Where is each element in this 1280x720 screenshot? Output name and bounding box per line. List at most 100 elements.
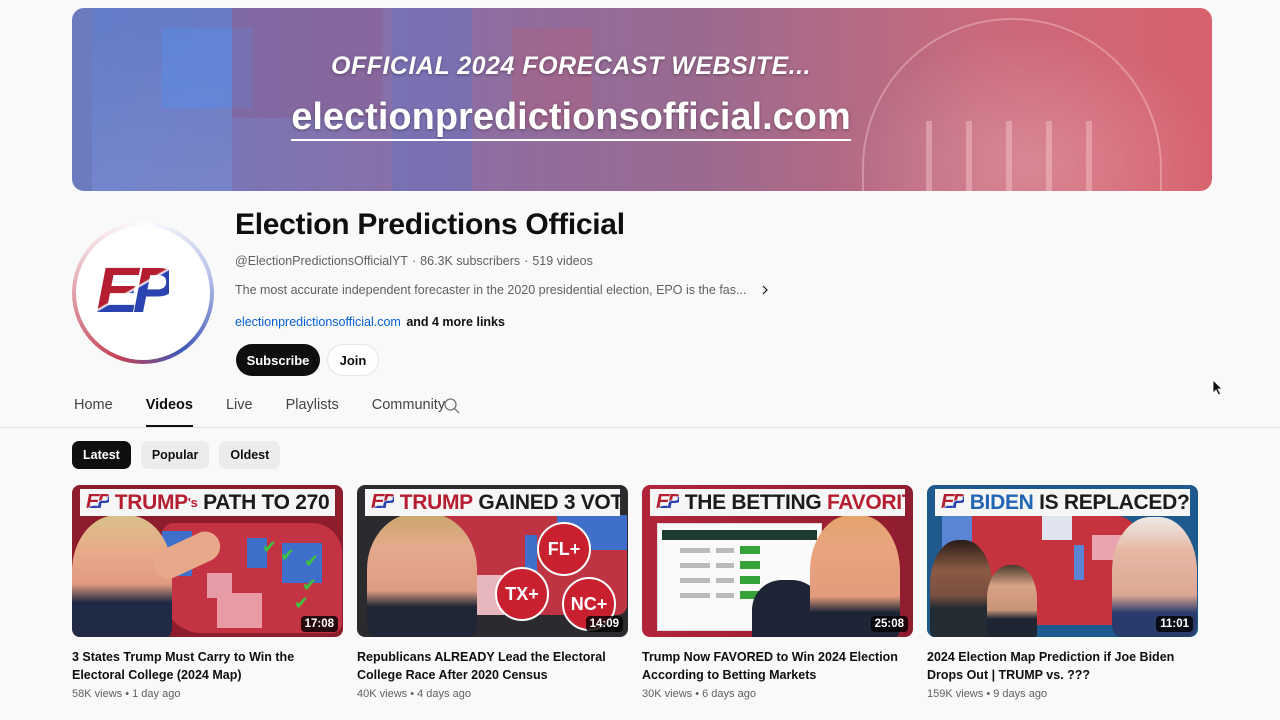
video-title[interactable]: Trump Now FAVORED to Win 2024 Election A… xyxy=(642,648,913,684)
thumbnail-ep-logo: EP xyxy=(86,491,111,513)
chart-bar xyxy=(716,547,734,553)
thumbnail-text: THE BETTING xyxy=(684,490,822,514)
channel-name: Election Predictions Official xyxy=(235,208,625,241)
badge-fl: FL+ xyxy=(537,522,591,576)
chart-row xyxy=(680,545,817,555)
video-age: 9 days ago xyxy=(993,688,1048,700)
video-age: 4 days ago xyxy=(417,688,471,700)
check-icon: ✔ xyxy=(262,537,278,557)
chart-buy xyxy=(740,561,760,569)
check-icon: ✔ xyxy=(280,545,296,565)
video-thumbnail[interactable]: FL+ TX+ NC+ EPTRUMP GAINED 3 VOTES?! 14:… xyxy=(357,485,628,637)
video-views: 30K views xyxy=(642,688,693,700)
subscribe-button[interactable]: Subscribe xyxy=(236,344,320,376)
chart-bar xyxy=(680,547,710,553)
video-card[interactable]: FL+ TX+ NC+ EPTRUMP GAINED 3 VOTES?! 14:… xyxy=(357,485,628,700)
chart-bar xyxy=(680,577,710,583)
chart-bar xyxy=(680,562,710,568)
chart-bar xyxy=(716,592,734,598)
channel-handle: @ElectionPredictionsOfficialYT xyxy=(235,254,408,268)
sort-chips: Latest Popular Oldest xyxy=(72,441,281,469)
subscriber-count: 86.3K subscribers xyxy=(420,254,521,268)
check-icon: ✔ xyxy=(304,551,320,571)
thumbnail-text: GAINED 3 VOTES?! xyxy=(478,490,620,514)
map-state-blue xyxy=(1074,545,1084,580)
channel-links: electionpredictionsofficial.com and 4 mo… xyxy=(235,315,505,329)
thumbnail-title: EPBIDEN IS REPLACED?!? xyxy=(935,489,1190,516)
meta-separator: • xyxy=(410,688,415,700)
banner-url: electionpredictionsofficial.com xyxy=(72,96,1141,141)
channel-description-text: The most accurate independent forecaster… xyxy=(235,283,747,297)
channel-avatar-logo: EP xyxy=(96,254,175,326)
channel-description[interactable]: The most accurate independent forecaster… xyxy=(235,283,770,297)
chart-bar xyxy=(680,592,710,598)
map-state-light xyxy=(217,593,262,628)
video-card[interactable]: EPTHE BETTING FAVORITE 25:08 Trump Now F… xyxy=(642,485,913,700)
video-meta: 30K views • 6 days ago xyxy=(642,688,913,700)
thumbnail-text: FAVORITE xyxy=(826,490,905,514)
channel-banner[interactable]: OFFICIAL 2024 FORECAST WEBSITE... electi… xyxy=(72,8,1212,191)
youtube-channel-page: OFFICIAL 2024 FORECAST WEBSITE... electi… xyxy=(0,0,1280,720)
meta-separator: • xyxy=(695,688,700,700)
video-meta: 40K views • 4 days ago xyxy=(357,688,628,700)
video-age: 1 day ago xyxy=(132,688,181,700)
thumbnail-text: 's xyxy=(187,495,198,510)
thumbnail-person xyxy=(930,540,992,637)
thumbnail-text: TRUMP xyxy=(114,490,188,514)
tab-playlists[interactable]: Playlists xyxy=(286,390,339,427)
video-card[interactable]: ✔ ✔ ✔ ✔ ✔ EP TRUMP's PATH TO 270 17:08 3 … xyxy=(72,485,343,700)
thumbnail-text: IS REPLACED?!? xyxy=(1039,490,1190,514)
chart-row xyxy=(680,560,817,570)
video-title[interactable]: 3 States Trump Must Carry to Win the Ele… xyxy=(72,648,343,684)
chip-oldest[interactable]: Oldest xyxy=(219,441,281,469)
video-views: 159K views xyxy=(927,688,984,700)
chart-buy xyxy=(740,546,760,554)
check-icon: ✔ xyxy=(294,593,310,613)
video-duration: 11:01 xyxy=(1156,616,1193,632)
tab-live[interactable]: Live xyxy=(226,390,253,427)
channel-website-link[interactable]: electionpredictionsofficial.com xyxy=(235,315,401,329)
badge-tx: TX+ xyxy=(495,567,549,621)
tab-community[interactable]: Community xyxy=(372,390,445,427)
video-thumbnail[interactable]: EPBIDEN IS REPLACED?!? 11:01 xyxy=(927,485,1198,637)
thumbnail-ep-logo: EP xyxy=(941,491,966,513)
video-thumbnail[interactable]: EPTHE BETTING FAVORITE 25:08 xyxy=(642,485,913,637)
video-title[interactable]: 2024 Election Map Prediction if Joe Bide… xyxy=(927,648,1198,684)
video-duration: 14:09 xyxy=(585,616,623,632)
thumbnail-person xyxy=(367,513,477,637)
chart-bar xyxy=(716,562,734,568)
thumbnail-person xyxy=(72,515,172,637)
thumbnail-title: EP TRUMP's PATH TO 270 xyxy=(80,489,335,516)
chip-popular[interactable]: Popular xyxy=(140,441,210,469)
more-links-button[interactable]: and 4 more links xyxy=(406,315,505,329)
banner-headline: OFFICIAL 2024 FORECAST WEBSITE... xyxy=(331,52,811,80)
video-views: 58K views xyxy=(72,688,123,700)
thumbnail-ep-logo: EP xyxy=(371,491,396,513)
search-icon[interactable] xyxy=(443,397,461,415)
mouse-cursor-icon xyxy=(1212,379,1223,396)
chevron-right-icon[interactable] xyxy=(760,285,770,295)
chart-buy xyxy=(740,576,760,584)
video-thumbnail[interactable]: ✔ ✔ ✔ ✔ ✔ EP TRUMP's PATH TO 270 17:08 xyxy=(72,485,343,637)
video-title[interactable]: Republicans ALREADY Lead the Electoral C… xyxy=(357,648,628,684)
join-button[interactable]: Join xyxy=(327,344,379,376)
tabs-divider xyxy=(0,427,1280,428)
thumbnail-title: EPTRUMP GAINED 3 VOTES?! xyxy=(365,489,620,516)
tab-home[interactable]: Home xyxy=(74,390,113,427)
video-card[interactable]: EPBIDEN IS REPLACED?!? 11:01 2024 Electi… xyxy=(927,485,1198,700)
channel-meta: @ElectionPredictionsOfficialYT · 86.3K sub… xyxy=(235,254,593,268)
tab-videos[interactable]: Videos xyxy=(145,390,194,427)
video-count: 519 videos xyxy=(532,254,593,268)
thumbnail-text: BIDEN xyxy=(969,490,1034,514)
thumbnail-text: PATH TO 270 xyxy=(203,490,330,514)
map-state-light xyxy=(1042,515,1072,540)
channel-tabs: Home Videos Live Playlists Community xyxy=(74,390,478,428)
chip-latest[interactable]: Latest xyxy=(72,441,131,469)
video-meta: 58K views • 1 day ago xyxy=(72,688,343,700)
video-duration: 25:08 xyxy=(870,616,908,632)
video-duration: 17:08 xyxy=(300,616,338,632)
meta-separator: • xyxy=(125,688,130,700)
video-meta: 159K views • 9 days ago xyxy=(927,688,1198,700)
meta-separator: • xyxy=(986,688,991,700)
chart-header xyxy=(662,530,817,540)
